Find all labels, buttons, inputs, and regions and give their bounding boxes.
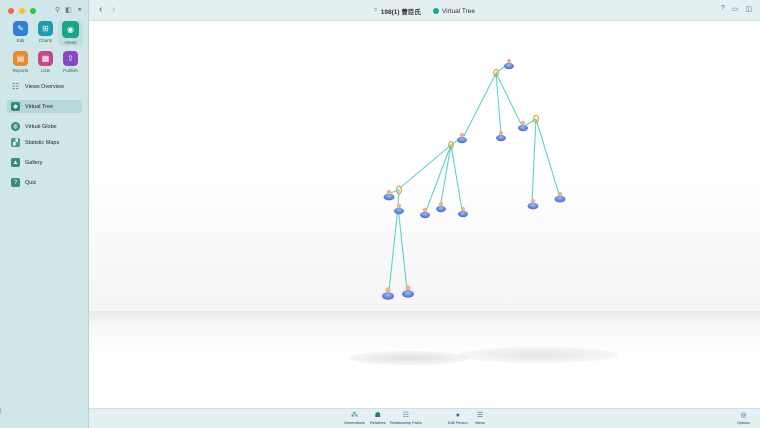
title-actions: ? ▭ ◫ xyxy=(721,5,752,13)
pencil-icon: ✎ xyxy=(13,21,28,36)
person-node[interactable] xyxy=(504,58,514,70)
bookmark-icon[interactable]: ◧ xyxy=(65,6,72,14)
person-node[interactable] xyxy=(458,206,468,218)
app-label: Views xyxy=(64,40,77,45)
app-lists[interactable]: ▦ Lists xyxy=(33,51,58,73)
toolbar-label: Edit Person xyxy=(448,421,468,425)
bottom-toolbar: ⁂ Generations ☗ Relatives ☷ Relationship… xyxy=(89,408,760,428)
quiz-icon: ? xyxy=(11,178,20,187)
person-node[interactable] xyxy=(420,207,430,219)
grid-icon: ☷ xyxy=(11,82,20,91)
view-dot-icon xyxy=(432,8,439,14)
sidebar-item-label: Statistic Maps xyxy=(25,139,60,146)
family-title[interactable]: 198(1) 曹臣氏 xyxy=(381,6,421,16)
person-marker-icon: ? xyxy=(374,8,377,14)
tree-graph xyxy=(382,58,566,300)
chevron-right-icon[interactable]: › xyxy=(112,4,115,15)
relatives-button[interactable]: ☗ Relatives xyxy=(370,411,386,425)
publish-icon: ⇪ xyxy=(63,51,78,66)
paths-icon: ☷ xyxy=(402,412,409,419)
options-icon: ◎ xyxy=(740,412,747,419)
toolbar-label: Views xyxy=(475,421,486,425)
map-icon: ▞ xyxy=(11,138,20,147)
person-node[interactable] xyxy=(382,287,394,300)
person-node[interactable] xyxy=(527,198,539,210)
views-icon: ☰ xyxy=(476,412,484,419)
tree-links xyxy=(388,63,560,292)
window-controls xyxy=(8,8,36,14)
title-center: ? 198(1) 曹臣氏 Virtual Tree xyxy=(374,6,476,17)
minimize-window-button[interactable] xyxy=(19,8,25,14)
virtual-tree-canvas[interactable] xyxy=(89,21,760,408)
sidebar-item-label: Virtual Tree xyxy=(25,103,54,110)
image-icon: ▲ xyxy=(11,158,20,167)
app-edit[interactable]: ✎ Edit xyxy=(8,21,33,46)
person-node[interactable] xyxy=(554,191,566,203)
person-node[interactable] xyxy=(394,203,404,215)
partnership-rings xyxy=(396,68,540,195)
app-switcher: ✎ Edit ⊞ Charts ◉ Views ▤ Reports ▦ List… xyxy=(8,21,84,73)
title-bar: ‹ › ? 198(1) 曹臣氏 Virtual Tree ? ▭ ◫ xyxy=(89,0,760,21)
sidebar-item-statistic-maps[interactable]: ▞ Statistic Maps xyxy=(7,136,82,149)
options-button[interactable]: ◎ Options xyxy=(737,411,750,425)
app-label: Publish xyxy=(63,68,78,73)
sidebar-item-quiz[interactable]: ? Quiz xyxy=(7,176,82,189)
sidebar-item-label: Views Overview xyxy=(25,83,65,90)
person-node[interactable] xyxy=(436,201,446,213)
person-node[interactable] xyxy=(496,130,506,142)
app-label: Reports xyxy=(12,68,29,73)
sidebar-tools: ⚲ ◧ ⚭ xyxy=(55,6,83,14)
app-views[interactable]: ◉ Views xyxy=(58,21,83,46)
generations-button[interactable]: ⁂ Generations xyxy=(344,411,365,425)
person-node[interactable] xyxy=(518,120,528,132)
sidebar-item-label: Gallery xyxy=(25,159,43,166)
toolbar-label: Generations xyxy=(344,421,365,425)
window-icon[interactable]: ▭ xyxy=(732,5,739,13)
sidebar-item-gallery[interactable]: ▲ Gallery xyxy=(7,156,82,169)
relationship-paths-button[interactable]: ☷ Relationship Paths xyxy=(390,411,422,425)
zoom-window-button[interactable] xyxy=(30,8,36,14)
help-icon[interactable]: ? xyxy=(721,5,725,13)
chevron-left-icon[interactable]: ‹ xyxy=(99,4,102,15)
relatives-icon: ☗ xyxy=(374,412,381,419)
person-icon: ● xyxy=(455,412,460,419)
sidebar-resize-handle[interactable]: | xyxy=(0,408,2,414)
sidebar-item-virtual-tree[interactable]: ◆ Virtual Tree xyxy=(7,100,82,113)
toolbar-label: Options xyxy=(737,421,751,425)
view-name: Virtual Tree xyxy=(441,7,476,15)
app-charts[interactable]: ⊞ Charts xyxy=(33,21,58,46)
globe-icon: ◍ xyxy=(11,122,20,131)
sidebar-item-views-overview[interactable]: ☷ Views Overview xyxy=(7,80,82,93)
views-nav: ☷ Views Overview ◆ Virtual Tree ◍ Virtua… xyxy=(7,80,82,196)
sidebar-icon[interactable]: ◫ xyxy=(745,5,752,13)
sidebar-item-label: Quiz xyxy=(25,179,37,186)
sidebar-item-virtual-globe[interactable]: ◍ Virtual Globe xyxy=(7,120,82,133)
app-label: Charts xyxy=(38,38,53,43)
views-button[interactable]: ☰ Views xyxy=(475,411,485,425)
share-icon[interactable]: ⚭ xyxy=(77,6,83,14)
app-publish[interactable]: ⇪ Publish xyxy=(58,51,83,73)
close-window-button[interactable] xyxy=(8,8,14,14)
toolbar-label: Relatives xyxy=(370,421,386,425)
reports-icon: ▤ xyxy=(13,51,28,66)
app-label: Edit xyxy=(16,38,25,43)
eye-icon: ◉ xyxy=(62,21,79,38)
lists-icon: ▦ xyxy=(38,51,53,66)
charts-icon: ⊞ xyxy=(38,21,53,36)
toolbar-label: Relationship Paths xyxy=(390,421,422,425)
person-node[interactable] xyxy=(402,285,414,298)
link-icon[interactable]: ⚲ xyxy=(55,6,60,14)
generations-icon: ⁂ xyxy=(350,412,358,419)
sidebar: ⚲ ◧ ⚭ ✎ Edit ⊞ Charts ◉ Views ▤ Reports … xyxy=(0,0,89,428)
app-reports[interactable]: ▤ Reports xyxy=(8,51,33,73)
cube-icon: ◆ xyxy=(11,102,20,111)
edit-person-button[interactable]: ● Edit Person xyxy=(448,411,468,425)
person-node[interactable] xyxy=(457,132,467,144)
person-node[interactable] xyxy=(383,189,395,201)
sidebar-item-label: Virtual Globe xyxy=(25,123,57,130)
app-label: Lists xyxy=(40,68,51,73)
